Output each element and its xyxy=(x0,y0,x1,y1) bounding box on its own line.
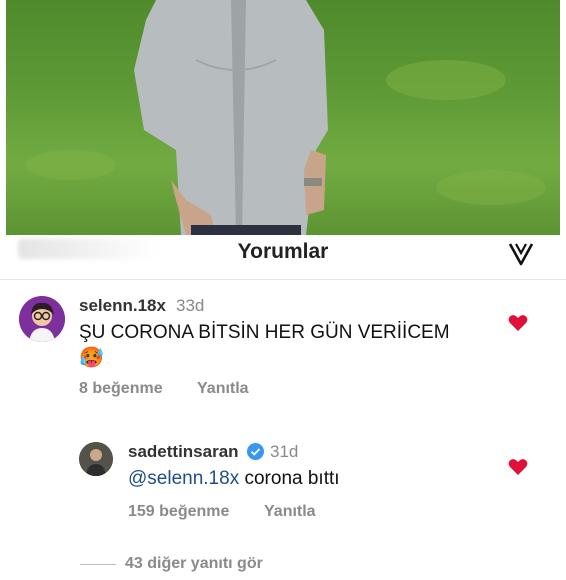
emoji-hot-face: 🥵 xyxy=(79,347,104,369)
header-title: Yorumlar xyxy=(237,240,329,263)
comment-age: 33d xyxy=(176,296,205,315)
reply-likes[interactable]: 159 beğenme xyxy=(128,503,229,521)
reply-avatar-image xyxy=(79,442,113,476)
comment-username[interactable]: selenn.18x xyxy=(79,296,166,316)
view-more-replies[interactable]: 43 diğer yanıtı gör xyxy=(125,555,263,573)
more-replies-line xyxy=(80,564,116,565)
filter-icon[interactable] xyxy=(508,241,534,267)
reply-avatar[interactable] xyxy=(79,442,113,476)
heart-icon[interactable] xyxy=(508,314,528,332)
comments-header: Yorumlar xyxy=(0,235,566,279)
header-divider xyxy=(0,279,566,280)
reply-button[interactable]: Yanıtla xyxy=(197,380,249,398)
avatar-image xyxy=(19,296,65,342)
reply-username[interactable]: sadettinsaran xyxy=(128,442,239,462)
post-photo xyxy=(6,0,560,235)
reply-message: corona bıttı xyxy=(244,468,340,489)
reply-age: 31d xyxy=(270,442,299,461)
reply-text: @selenn.18x corona bıttı xyxy=(128,468,340,490)
reply-heart-icon[interactable] xyxy=(508,458,528,476)
reply-reply-button[interactable]: Yanıtla xyxy=(264,503,316,521)
comment-likes[interactable]: 8 beğenme xyxy=(79,380,163,398)
person-figure xyxy=(134,0,328,235)
avatar[interactable] xyxy=(19,296,65,342)
comment-text: ŞU CORONA BİTSİN HER GÜN VERİİCEM xyxy=(79,322,450,343)
verified-badge-icon xyxy=(247,443,264,460)
reply-mention[interactable]: @selenn.18x xyxy=(128,468,239,489)
